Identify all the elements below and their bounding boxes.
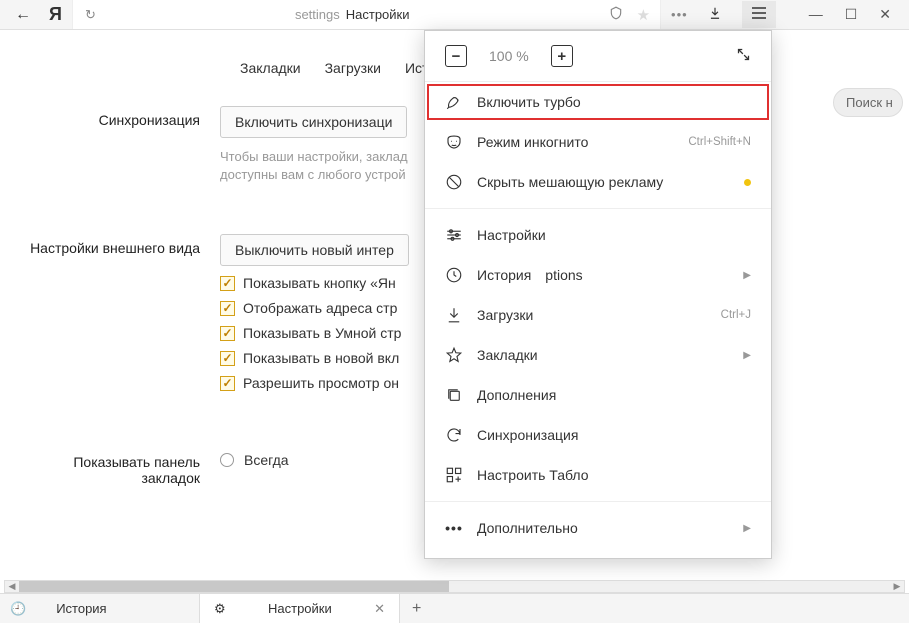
radio-icon[interactable] [220, 453, 234, 467]
menu-history[interactable]: История ptions ▶ [425, 255, 771, 295]
reload-icon[interactable]: ↻ [73, 7, 96, 23]
more-icon[interactable]: ••• [671, 7, 688, 22]
shortcut-label: Ctrl+J [721, 309, 751, 321]
address-path: settings [295, 7, 340, 22]
ellipsis-icon: ••• [445, 519, 463, 537]
address-bar[interactable]: ↻ settings Настройки ★ [72, 0, 661, 29]
clock-icon [445, 266, 463, 284]
menu-bookmarks[interactable]: Закладки ▶ [425, 335, 771, 375]
maximize-button[interactable]: ☐ [845, 6, 858, 23]
grid-plus-icon [445, 466, 463, 484]
download-icon[interactable] [708, 6, 722, 23]
back-button[interactable]: ← [15, 6, 31, 24]
menu-more[interactable]: ••• Дополнительно ▶ [425, 508, 771, 548]
refresh-icon [445, 426, 463, 444]
chevron-right-icon: ▶ [743, 350, 751, 361]
main-menu-dropdown: − 100 % + Включить турбо Режим инкогнито… [424, 30, 772, 559]
checkbox-icon[interactable]: ✓ [220, 276, 235, 291]
checkbox-icon[interactable]: ✓ [220, 301, 235, 316]
tab-downloads[interactable]: Загрузки [325, 60, 381, 76]
appearance-section-label: Настройки внешнего вида [20, 234, 220, 400]
horizontal-scrollbar[interactable]: ◀ ▶ [4, 580, 905, 593]
enable-sync-button[interactable]: Включить синхронизаци [220, 106, 407, 138]
menu-incognito[interactable]: Режим инкогнито Ctrl+Shift+N [425, 122, 771, 162]
scroll-right-icon[interactable]: ▶ [890, 581, 904, 592]
disable-new-interface-button[interactable]: Выключить новый интер [220, 234, 409, 266]
sliders-icon [445, 226, 463, 244]
scroll-thumb[interactable] [19, 581, 449, 592]
bottom-tab-settings[interactable]: ⚙ Настройки ✕ [200, 594, 400, 623]
bottom-tab-history[interactable]: 🕘 История [0, 594, 200, 623]
zoom-row: − 100 % + [425, 45, 771, 81]
status-dot [744, 179, 751, 186]
address-title: Настройки [346, 7, 410, 22]
titlebar: ← Я ↻ settings Настройки ★ ••• — ☐ ✕ [0, 0, 909, 30]
chevron-right-icon: ▶ [743, 270, 751, 281]
bottom-tab-bar: 🕘 История ⚙ Настройки ✕ + [0, 593, 909, 623]
nav-controls: ← Я [0, 4, 62, 25]
tab-bookmarks[interactable]: Закладки [240, 60, 301, 76]
window-controls: — ☐ ✕ [791, 6, 909, 23]
menu-addons[interactable]: Дополнения [425, 375, 771, 415]
checkbox-icon[interactable]: ✓ [220, 376, 235, 391]
bookmarks-panel-label: Показывать панель закладок [20, 448, 220, 486]
menu-settings[interactable]: Настройки [425, 215, 771, 255]
star-icon [445, 346, 463, 364]
minimize-button[interactable]: — [809, 6, 823, 23]
rocket-icon [445, 93, 463, 111]
shield-icon[interactable] [609, 6, 623, 23]
new-tab-button[interactable]: + [400, 600, 433, 618]
settings-search[interactable]: Поиск н [833, 88, 903, 117]
menu-adblock[interactable]: Скрыть мешающую рекламу [425, 162, 771, 202]
sync-section-label: Синхронизация [20, 106, 220, 184]
clock-icon: 🕘 [10, 601, 26, 617]
hamburger-menu-button[interactable] [742, 1, 776, 28]
zoom-in-button[interactable]: + [551, 45, 573, 67]
fullscreen-icon[interactable] [736, 47, 751, 65]
download-icon [445, 306, 463, 324]
copy-icon [445, 386, 463, 404]
close-button[interactable]: ✕ [879, 6, 891, 23]
checkbox-icon[interactable]: ✓ [220, 351, 235, 366]
zoom-out-button[interactable]: − [445, 45, 467, 67]
menu-tablo[interactable]: Настроить Табло [425, 455, 771, 495]
menu-sync[interactable]: Синхронизация [425, 415, 771, 455]
menu-downloads[interactable]: Загрузки Ctrl+J [425, 295, 771, 335]
block-icon [445, 173, 463, 191]
checkbox-icon[interactable]: ✓ [220, 326, 235, 341]
scroll-left-icon[interactable]: ◀ [5, 581, 19, 592]
chevron-right-icon: ▶ [743, 523, 751, 534]
tab-close-icon[interactable]: ✕ [374, 601, 385, 617]
menu-turbo[interactable]: Включить турбо [425, 82, 771, 122]
zoom-value: 100 % [489, 48, 529, 64]
shortcut-label: Ctrl+Shift+N [688, 136, 751, 148]
mask-icon [445, 133, 463, 151]
star-icon[interactable]: ★ [637, 6, 650, 24]
yandex-logo[interactable]: Я [49, 4, 62, 25]
gear-icon: ⚙ [214, 601, 226, 617]
